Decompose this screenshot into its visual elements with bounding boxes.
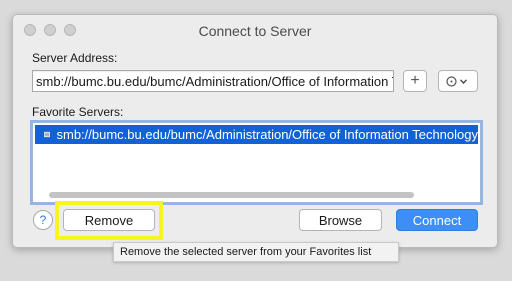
scrollbar-thumb[interactable] (49, 192, 414, 198)
question-mark-icon: ? (39, 213, 47, 227)
list-item-label: smb://bumc.bu.edu/bumc/Administration/Of… (56, 127, 478, 142)
favorite-servers-label: Favorite Servers: (32, 105, 124, 119)
remove-button[interactable]: Remove (63, 209, 155, 231)
title-bar: Connect to Server (13, 15, 497, 45)
connect-to-server-window: Connect to Server Server Address: smb://… (12, 14, 498, 248)
browse-button[interactable]: Browse (299, 209, 382, 231)
plus-icon: + (410, 72, 420, 89)
network-drive-icon (44, 131, 51, 138)
list-item[interactable]: smb://bumc.bu.edu/bumc/Administration/Of… (35, 125, 478, 144)
window-title: Connect to Server (198, 23, 312, 39)
server-address-input[interactable]: smb://bumc.bu.edu/bumc/Administration/Of… (32, 70, 394, 92)
server-address-label: Server Address: (32, 51, 118, 65)
horizontal-scrollbar[interactable] (35, 189, 478, 200)
chevron-down-icon (460, 78, 467, 84)
favorite-servers-list[interactable]: smb://bumc.bu.edu/bumc/Administration/Of… (32, 122, 481, 203)
connect-button[interactable]: Connect (396, 209, 478, 231)
tooltip: Remove the selected server from your Fav… (113, 242, 399, 262)
action-menu-button[interactable] (438, 70, 478, 92)
help-button[interactable]: ? (33, 210, 53, 230)
add-favorite-button[interactable]: + (403, 70, 427, 92)
gear-icon (446, 75, 457, 87)
